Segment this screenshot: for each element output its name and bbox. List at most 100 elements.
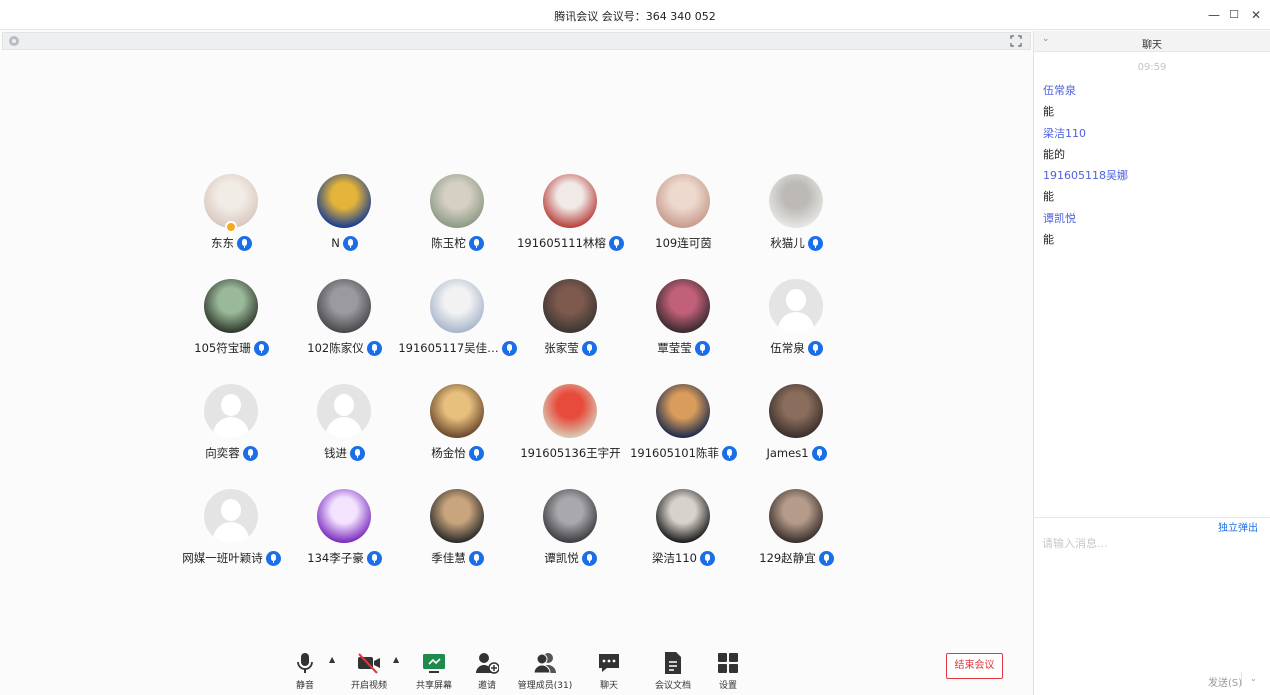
mute-button[interactable]: 静音	[290, 651, 320, 695]
participant-tile[interactable]: 东东	[175, 174, 288, 264]
microphone-status-icon	[342, 235, 358, 251]
video-options-caret[interactable]: ▲	[393, 655, 399, 664]
microphone-status-icon	[237, 235, 252, 251]
participant-name: 129赵静宜	[759, 551, 816, 565]
microphone-status-icon	[253, 340, 269, 356]
participant-name: 梁洁110	[652, 551, 697, 565]
participant-tile[interactable]: 秋猫儿	[740, 174, 853, 264]
meeting-docs-button[interactable]: 会议文档	[655, 651, 691, 695]
manage-members-button[interactable]: 管理成员(31)	[518, 651, 572, 695]
participant-name: 191605117吴佳…	[398, 341, 499, 355]
participant-tile[interactable]: 覃莹莹	[627, 279, 740, 369]
mute-label: 静音	[295, 681, 314, 691]
record-icon[interactable]	[9, 36, 19, 46]
minimize-button[interactable]: —	[1206, 7, 1222, 23]
participant-label: 秋猫儿	[730, 235, 863, 251]
document-icon	[665, 652, 681, 674]
participant-tile[interactable]: 梁洁110	[627, 489, 740, 579]
message-sender[interactable]: 谭凯悦	[1043, 210, 1076, 226]
close-button[interactable]: ✕	[1248, 7, 1264, 23]
share-screen-button[interactable]: 共享屏幕	[416, 651, 452, 695]
participant-tile[interactable]: 向奕蓉	[175, 384, 288, 474]
participant-tile[interactable]: 102陈家仪	[288, 279, 401, 369]
message-sender[interactable]: 191605118吴娜	[1043, 167, 1128, 183]
avatar	[656, 174, 710, 228]
avatar	[317, 279, 371, 333]
participant-tile[interactable]: N	[288, 174, 401, 264]
chat-button[interactable]: 聊天	[594, 651, 624, 695]
meeting-window: 腾讯会议 会议号：364 340 052 — ☐ ✕ 东东 N 陈玉柁 1916051…	[0, 0, 1270, 695]
chat-timestamp: 09:59	[1137, 62, 1167, 73]
popout-chat-link[interactable]: 独立弹出	[1218, 519, 1258, 534]
video-label: 开启视频	[350, 681, 387, 691]
participant-label: 伍常泉	[730, 340, 863, 356]
participant-tile[interactable]: 伍常泉	[740, 279, 853, 369]
microphone-status-icon	[242, 445, 258, 461]
message-sender[interactable]: 梁洁110	[1043, 125, 1086, 141]
chat-message-input[interactable]	[1042, 534, 1262, 552]
fullscreen-icon[interactable]	[1010, 35, 1022, 47]
avatar	[204, 279, 258, 333]
participant-tile[interactable]: 谭凯悦	[514, 489, 627, 579]
start-video-button[interactable]: 开启视频	[351, 651, 387, 695]
participant-tile[interactable]: 191605111林榕	[514, 174, 627, 264]
participant-tile[interactable]: 网媒一班叶颖诗	[175, 489, 288, 579]
avatar	[204, 174, 258, 228]
share-screen-icon	[423, 654, 445, 673]
participant-tile[interactable]: 张家莹	[514, 279, 627, 369]
participant-tile[interactable]: 杨金怡	[401, 384, 514, 474]
invite-button[interactable]: 邀请	[472, 651, 502, 695]
participant-name: 杨金怡	[431, 446, 466, 460]
window-title: 腾讯会议 会议号：364 340 052	[554, 10, 716, 23]
default-avatar-icon	[204, 384, 258, 438]
members-label: 管理成员(31)	[517, 681, 573, 691]
send-button[interactable]: 发送(S)	[1208, 674, 1242, 689]
top-strip	[2, 32, 1031, 50]
avatar	[656, 489, 710, 543]
participant-name: 191605136王宇开	[520, 446, 621, 460]
participant-name: 钱进	[324, 446, 347, 460]
participant-tile[interactable]: 陈玉柁	[401, 174, 514, 264]
default-avatar-icon	[204, 489, 258, 543]
participant-tile[interactable]: 105符宝珊	[175, 279, 288, 369]
microphone-status-icon	[699, 550, 715, 566]
title-bar: 腾讯会议 会议号：364 340 052 — ☐ ✕	[0, 0, 1270, 30]
microphone-status-icon	[807, 235, 823, 251]
participant-tile[interactable]: 191605101陈菲	[627, 384, 740, 474]
settings-button[interactable]: 设置	[713, 651, 743, 695]
participant-tile[interactable]: 钱进	[288, 384, 401, 474]
participant-tile[interactable]: 134李子豪	[288, 489, 401, 579]
meeting-toolbar: 静音 ▲ 开启视频 ▲ 共享屏幕 邀请 管理成员(31) 聊天 会议文档 设置 …	[0, 649, 1033, 695]
host-badge-icon	[225, 221, 237, 233]
chat-title: 聊天	[1142, 40, 1162, 51]
avatar	[769, 174, 823, 228]
participant-tile[interactable]: 191605117吴佳…	[398, 279, 517, 369]
participant-label: 129赵静宜	[730, 550, 863, 566]
participant-tile[interactable]: 季佳慧	[401, 489, 514, 579]
microphone-status-icon	[581, 340, 597, 356]
participant-name: 季佳慧	[431, 551, 466, 565]
participant-name: 谭凯悦	[544, 551, 579, 565]
participant-name: 伍常泉	[770, 341, 805, 355]
participant-tile[interactable]: 191605136王宇开	[514, 384, 627, 474]
microphone-status-icon	[811, 445, 827, 461]
microphone-status-icon	[366, 340, 382, 356]
participant-name: 陈玉柁	[431, 236, 466, 250]
microphone-status-icon	[694, 340, 710, 356]
participant-name: N	[331, 236, 340, 250]
participant-name: 秋猫儿	[770, 236, 805, 250]
mute-options-caret[interactable]: ▲	[329, 655, 335, 664]
participant-tile[interactable]: 129赵静宜	[740, 489, 853, 579]
avatar	[317, 174, 371, 228]
participant-name: 向奕蓉	[205, 446, 240, 460]
end-meeting-button[interactable]: 结束会议	[946, 653, 1003, 679]
message-sender[interactable]: 伍常泉	[1043, 82, 1076, 98]
send-options-caret[interactable]: ⌄	[1250, 674, 1257, 683]
participant-tile[interactable]: James1	[740, 384, 853, 474]
microphone-status-icon	[818, 550, 834, 566]
participant-tile[interactable]: 109连可茵	[627, 174, 740, 264]
maximize-button[interactable]: ☐	[1226, 7, 1242, 23]
avatar	[543, 174, 597, 228]
settings-grid-icon	[718, 653, 738, 673]
avatar	[656, 279, 710, 333]
